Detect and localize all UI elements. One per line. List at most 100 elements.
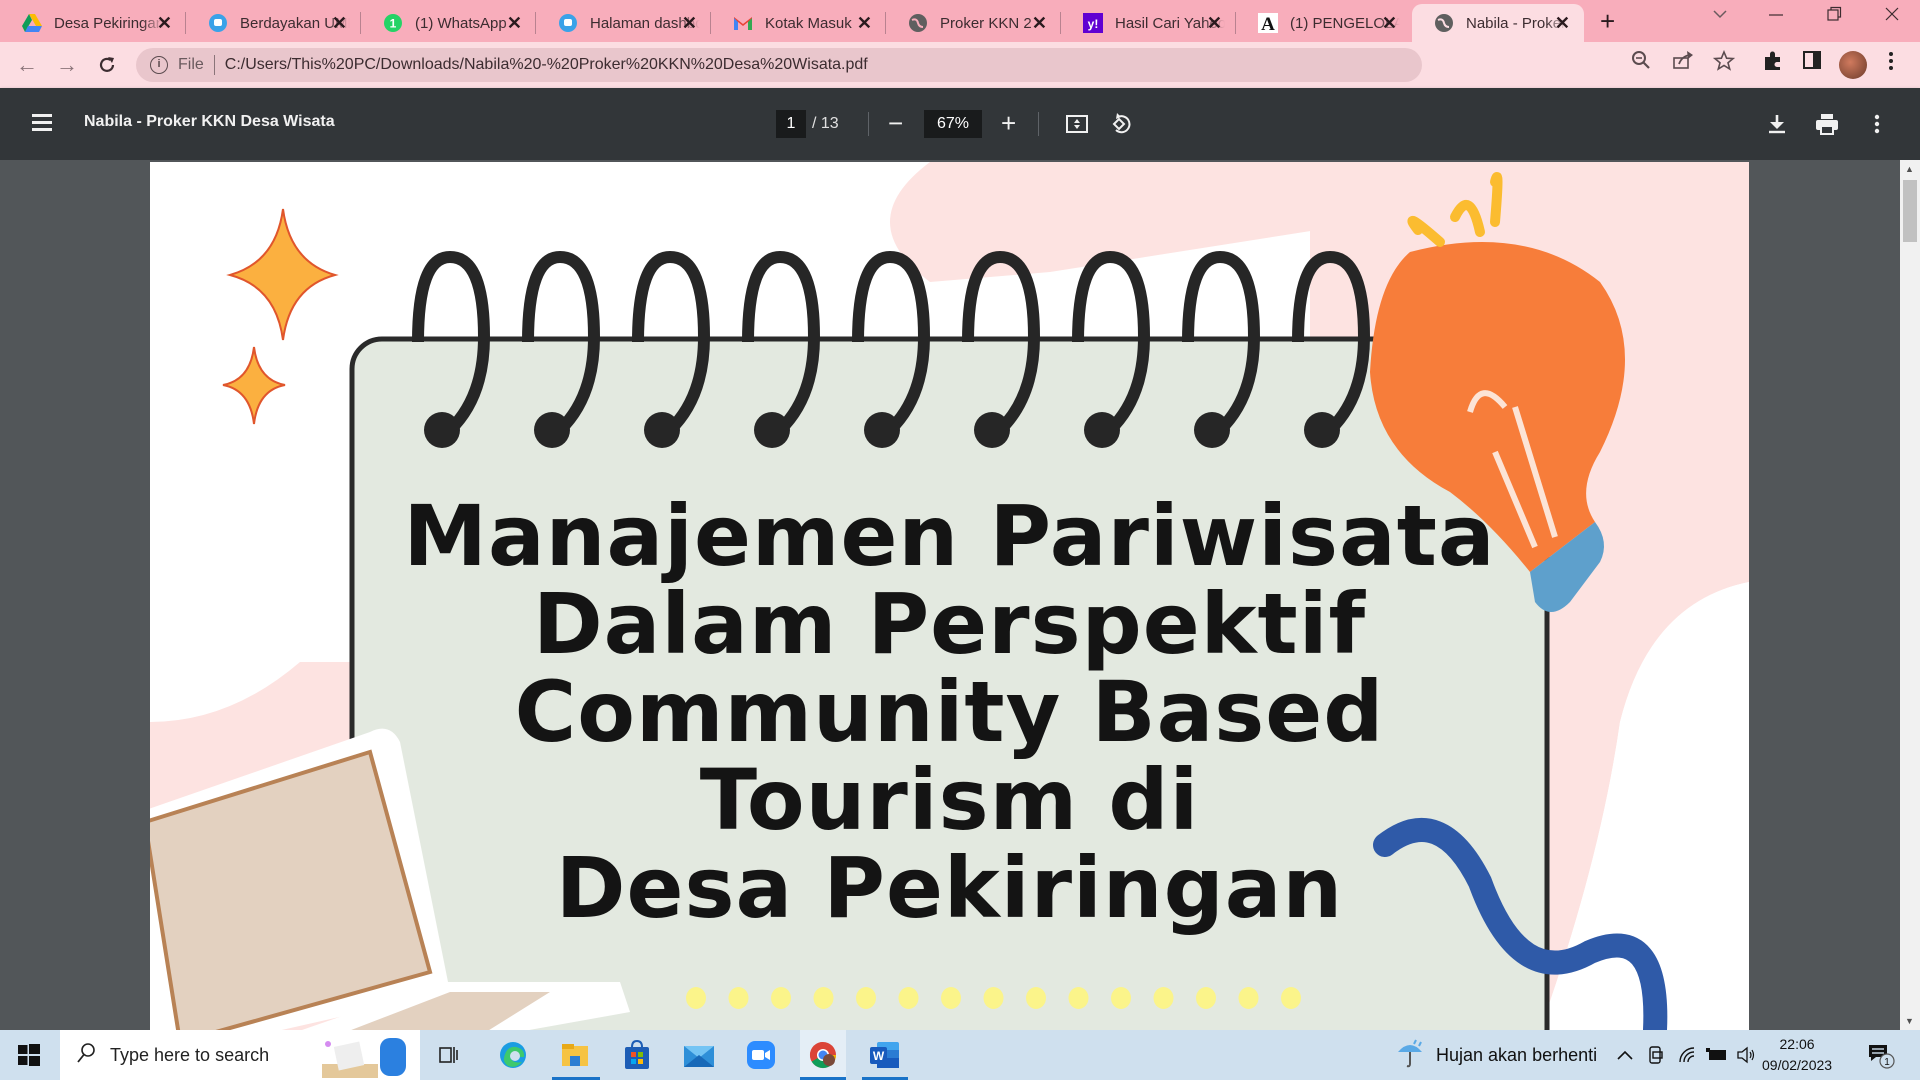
globe-icon	[908, 13, 928, 33]
spiral-ring-hole	[864, 412, 900, 448]
windows-taskbar: Type here to search W Hujan akan berhent…	[0, 1030, 1920, 1080]
close-tab-icon[interactable]: ✕	[682, 13, 697, 34]
more-options-icon[interactable]	[1863, 110, 1891, 138]
yellow-dot	[1026, 987, 1046, 1009]
globe-icon	[1434, 13, 1454, 33]
menu-icon[interactable]	[32, 114, 52, 135]
chrome-menu-icon[interactable]	[1888, 50, 1894, 78]
yellow-dot	[941, 987, 961, 1009]
tab-whatsapp[interactable]: 1 (1) WhatsApp ✕	[361, 4, 536, 42]
close-tab-icon[interactable]: ✕	[507, 13, 522, 34]
spiral-ring-hole	[1194, 412, 1230, 448]
pdf-toolbar: Nabila - Proker KKN Desa Wisata 1 / 13 −…	[0, 88, 1920, 160]
svg-text:y!: y!	[1088, 17, 1099, 31]
mail-icon[interactable]	[682, 1038, 716, 1072]
tab-pengelolaan[interactable]: A (1) PENGELOLAAN ✕	[1236, 4, 1411, 42]
yellow-dots-row	[686, 987, 1301, 1009]
extensions-puzzle-icon[interactable]	[1762, 50, 1784, 78]
rotate-icon[interactable]	[1108, 110, 1136, 138]
close-tab-icon[interactable]: ✕	[1555, 13, 1570, 34]
restore-button[interactable]	[1826, 6, 1842, 27]
title-line-1: Manajemen Pariwisata	[403, 487, 1496, 585]
close-tab-icon[interactable]: ✕	[157, 13, 172, 34]
microsoft-store-icon[interactable]	[620, 1038, 654, 1072]
spiral-ring-hole	[1304, 412, 1340, 448]
tab-strip: Desa Pekiringan ✕ Berdayakan UMKM ✕ 1 (1…	[0, 0, 1920, 42]
tab-yahoo-search[interactable]: y! Hasil Cari Yahoo ✕	[1061, 4, 1236, 42]
close-tab-icon[interactable]: ✕	[857, 13, 872, 34]
yellow-dot	[1196, 987, 1216, 1009]
url-text[interactable]: C:/Users/This%20PC/Downloads/Nabila%20-%…	[225, 56, 868, 74]
new-tab-button[interactable]: +	[1600, 6, 1615, 37]
word-icon[interactable]: W	[868, 1038, 902, 1072]
tab-berdayakan[interactable]: Berdayakan UMKM ✕	[186, 4, 361, 42]
svg-text:A: A	[1261, 14, 1275, 33]
address-bar[interactable]: i File C:/Users/This%20PC/Downloads/Nabi…	[136, 48, 1422, 82]
share-icon[interactable]	[1672, 50, 1694, 76]
search-highlight-illustration	[320, 1034, 416, 1080]
info-icon[interactable]: i	[150, 56, 168, 74]
close-tab-icon[interactable]: ✕	[1382, 13, 1397, 34]
tab-nabila-proker-active[interactable]: Nabila - Proker KKN Desa Wisata ✕	[1412, 4, 1584, 42]
taskbar-search-box[interactable]: Type here to search	[60, 1030, 420, 1080]
document-title: Nabila - Proker KKN Desa Wisata	[84, 113, 335, 130]
notification-center-icon[interactable]: 1	[1866, 1030, 1896, 1080]
tab-search-chevron-icon[interactable]	[1712, 6, 1728, 27]
yellow-dot	[1068, 987, 1089, 1009]
zoom-out-button[interactable]: −	[888, 106, 903, 140]
task-view-icon[interactable]	[432, 1038, 466, 1072]
page-number-input[interactable]: 1	[776, 110, 806, 138]
chat-bubble-icon	[558, 13, 578, 33]
svg-text:W: W	[873, 1049, 885, 1063]
print-icon[interactable]	[1813, 110, 1841, 138]
rain-umbrella-icon	[1396, 1038, 1424, 1073]
tab-halaman-dashboard[interactable]: Halaman dashboard ✕	[536, 4, 711, 42]
weather-widget[interactable]: Hujan akan berhenti	[1396, 1030, 1597, 1080]
spiral-ring-hole	[644, 412, 680, 448]
zoom-app-icon[interactable]	[744, 1038, 778, 1072]
minimize-button[interactable]	[1768, 6, 1784, 27]
tab-kotak-masuk[interactable]: Kotak Masuk ✕	[711, 4, 886, 42]
vertical-scrollbar[interactable]: ▲ ▼	[1900, 160, 1920, 1030]
scrollbar-thumb[interactable]	[1903, 180, 1917, 242]
notification-count: 1	[1884, 1057, 1890, 1068]
show-hidden-icons-chevron[interactable]	[1616, 1030, 1634, 1080]
side-panel-icon[interactable]	[1802, 50, 1822, 76]
title-line-5: Desa Pekiringan	[555, 839, 1344, 937]
close-tab-icon[interactable]: ✕	[1032, 13, 1047, 34]
battery-icon[interactable]	[1706, 1030, 1728, 1080]
zoom-in-button[interactable]: +	[1001, 106, 1016, 140]
forward-button[interactable]: →	[52, 50, 82, 80]
spiral-ring-hole	[754, 412, 790, 448]
reload-button[interactable]	[92, 50, 122, 80]
chrome-icon[interactable]	[800, 1030, 846, 1080]
system-clock[interactable]: 22:06 09/02/2023	[1762, 1034, 1832, 1076]
wifi-icon[interactable]	[1678, 1030, 1698, 1080]
back-button[interactable]: ←	[12, 50, 42, 80]
chat-bubble-icon	[208, 13, 228, 33]
search-icon	[76, 1042, 96, 1069]
close-tab-icon[interactable]: ✕	[332, 13, 347, 34]
windows-start-icon[interactable]	[12, 1038, 46, 1072]
scroll-down-arrow-icon[interactable]: ▼	[1905, 1016, 1914, 1026]
title-line-2: Dalam Perspektif	[532, 575, 1367, 673]
google-drive-icon	[22, 13, 42, 33]
sparkle-small-icon	[222, 346, 286, 425]
bookmark-star-icon[interactable]	[1712, 49, 1736, 78]
fit-to-page-icon[interactable]	[1063, 110, 1091, 138]
meet-now-icon[interactable]	[1648, 1030, 1666, 1080]
profile-avatar[interactable]	[1839, 51, 1867, 79]
volume-icon[interactable]	[1736, 1030, 1756, 1080]
close-window-button[interactable]	[1884, 6, 1900, 27]
zoom-out-magnifier-icon[interactable]	[1631, 50, 1651, 76]
screen: Desa Pekiringan ✕ Berdayakan UMKM ✕ 1 (1…	[0, 0, 1920, 1080]
spiral-ring-hole	[534, 412, 570, 448]
close-tab-icon[interactable]: ✕	[1207, 13, 1222, 34]
scroll-up-arrow-icon[interactable]: ▲	[1905, 164, 1914, 174]
file-explorer-icon[interactable]	[558, 1038, 592, 1072]
download-icon[interactable]	[1763, 110, 1791, 138]
edge-browser-icon[interactable]	[496, 1038, 530, 1072]
tab-proker-kkn-2[interactable]: Proker KKN 2 ✕	[886, 4, 1061, 42]
tab-desa-pekiringan[interactable]: Desa Pekiringan ✕	[0, 4, 186, 42]
zoom-level-input[interactable]: 67%	[924, 110, 982, 138]
